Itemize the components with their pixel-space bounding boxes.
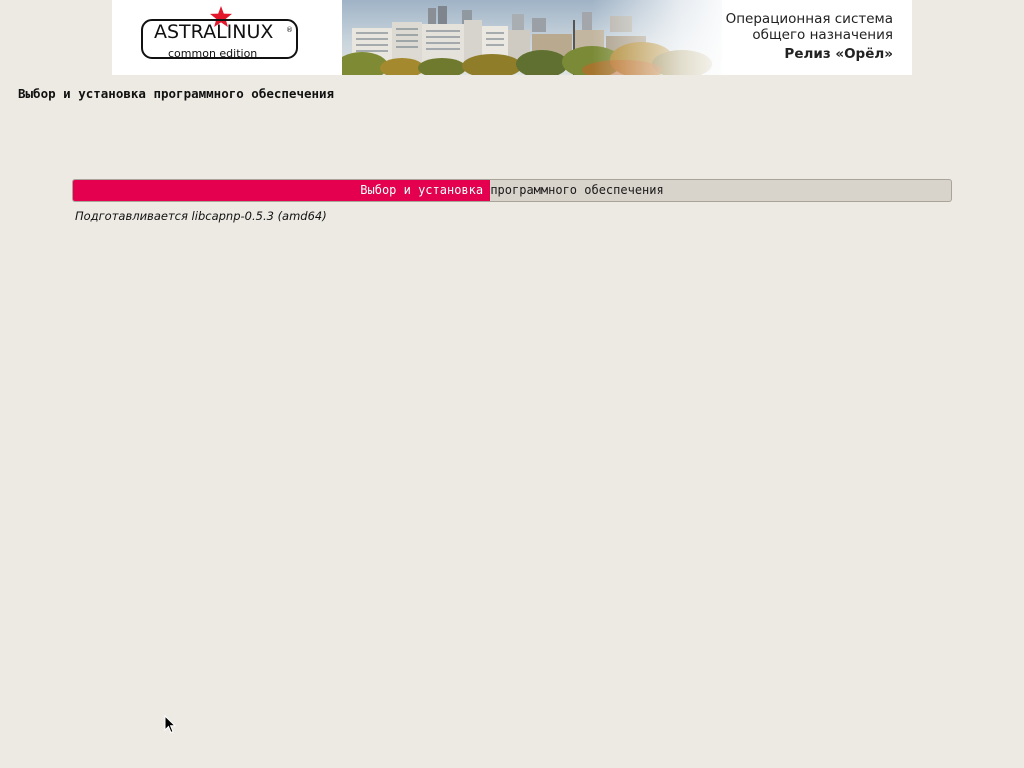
logo-registered-mark: ® [286,26,293,34]
progress-label-highlight: Выбор и установка программного обеспечен… [360,183,490,197]
progress-status-text: Подготавливается libcapnp-0.5.3 (amd64) [75,209,327,223]
progress-label-clip: Выбор и установка программного обеспечен… [73,180,490,201]
progress-bar: Выбор и установка программного обеспечен… [72,179,952,202]
logo-name: ASTRALINUX [154,21,274,43]
logo-edition: common edition [168,47,258,60]
installer-screen: ASTRALINUX ® common edition Операционная… [0,0,1024,768]
banner-caption: Операционная система общего назначения Р… [726,11,893,63]
header-banner: ASTRALINUX ® common edition Операционная… [112,0,912,75]
os-description-line1: Операционная система [725,11,893,27]
astralinux-logo: ASTRALINUX ® common edition [112,0,342,75]
mouse-pointer-icon [164,715,176,734]
os-description-line2: общего назначения [752,27,893,43]
release-name: Релиз «Орёл» [784,46,893,62]
page-title: Выбор и установка программного обеспечен… [18,86,335,101]
